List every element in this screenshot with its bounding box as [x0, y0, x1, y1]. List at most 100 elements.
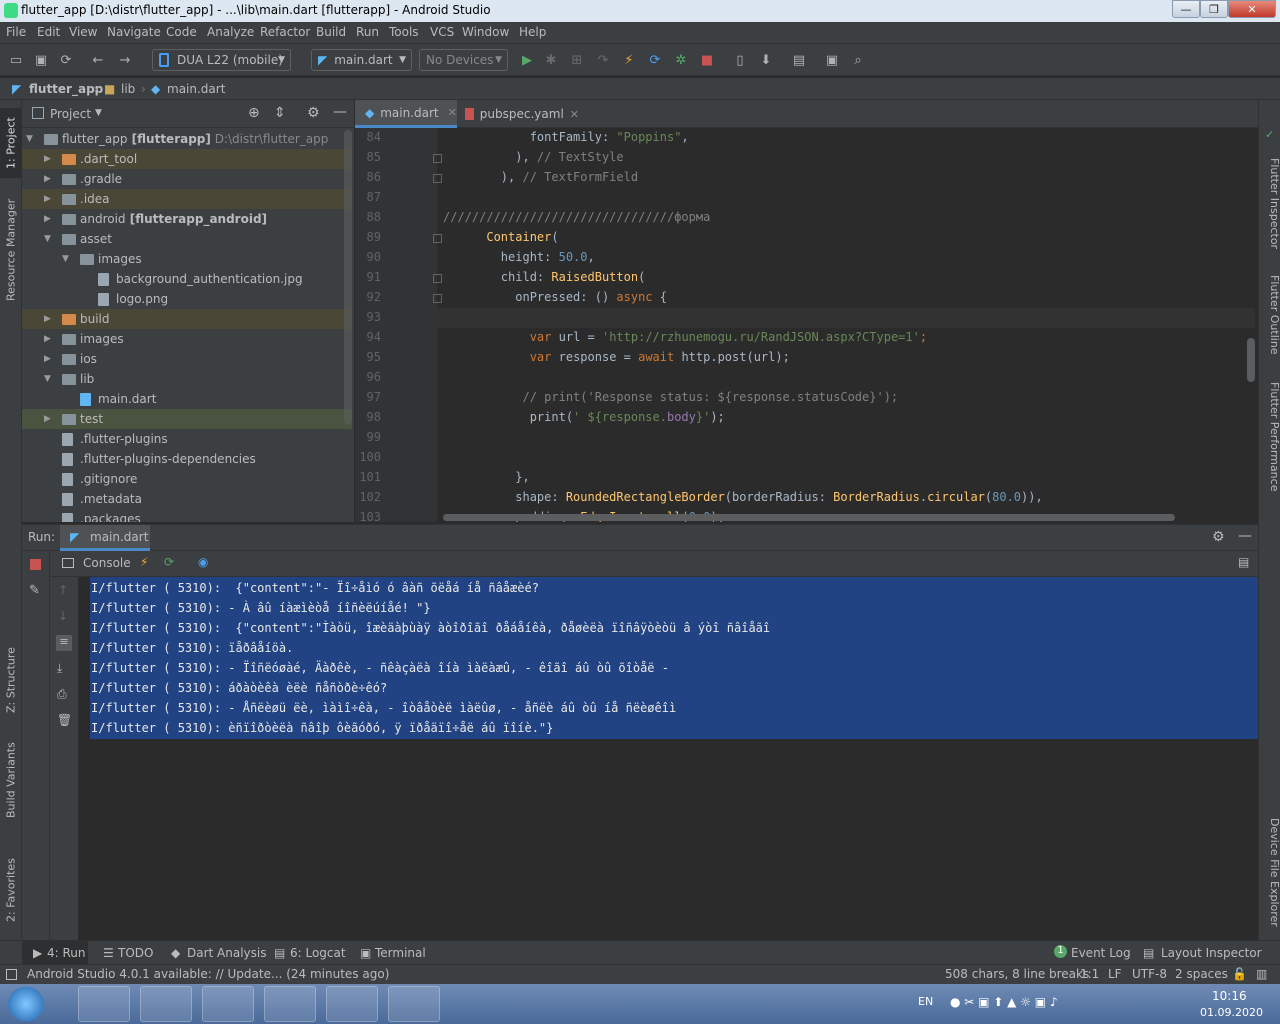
project-view-label[interactable]: Project [50, 107, 91, 121]
notepad-task[interactable] [388, 986, 440, 1022]
devtools-icon[interactable]: ◉ [198, 555, 208, 569]
run-config-selector[interactable]: ◤ main.dart ▼ [311, 49, 412, 71]
tree-item[interactable]: ▼ asset [22, 229, 352, 249]
clock-date[interactable]: 01.09.2020 [1200, 1006, 1263, 1019]
close-tab-icon[interactable]: ✕ [570, 108, 579, 121]
menu-edit[interactable]: Edit [37, 25, 60, 39]
tab-run[interactable]: 4: Run [47, 946, 86, 960]
menu-navigate[interactable]: Navigate [107, 25, 161, 39]
tab-device-file-explorer[interactable]: Device File Explorer [1259, 812, 1280, 932]
tree-item[interactable]: .packages [22, 509, 352, 522]
menu-view[interactable]: View [69, 25, 97, 39]
scroll-to-end-icon[interactable]: ⤓ [57, 661, 62, 676]
tab-build-variants[interactable]: Build Variants [0, 740, 22, 820]
tab-project[interactable]: 1: Project [0, 108, 22, 178]
down-arrow-icon[interactable]: ↓ [58, 609, 68, 623]
tree-item[interactable]: ▶ android [flutterapp_android] [22, 209, 352, 229]
chrome-task[interactable] [264, 986, 316, 1022]
tree-item[interactable]: ▼ flutter_app [flutterapp] D:\distr\flutt… [22, 129, 352, 149]
tree-item[interactable]: .flutter-plugins [22, 429, 352, 449]
menu-help[interactable]: Help [519, 25, 546, 39]
device-manager-icon[interactable]: ▯ [732, 52, 748, 68]
menu-analyze[interactable]: Analyze [207, 25, 254, 39]
collapse-all-icon[interactable]: ⇕ [274, 105, 286, 121]
android-studio-task[interactable] [326, 986, 378, 1022]
fold-marker-icon[interactable] [433, 234, 442, 243]
menu-file[interactable]: File [6, 25, 26, 39]
cmd-task[interactable] [202, 986, 254, 1022]
tree-item[interactable]: main.dart [22, 389, 352, 409]
tab-resource-manager[interactable]: Resource Manager [0, 195, 22, 305]
search-icon[interactable]: ⌕ [850, 52, 866, 68]
device-selector[interactable]: DUA L22 (mobile) ▼ [152, 49, 291, 71]
tree-item[interactable]: ▼ lib [22, 369, 352, 389]
chevron-right-icon[interactable]: ▶ [44, 214, 51, 224]
editor-vertical-scrollbar[interactable] [1247, 338, 1255, 382]
hide-panel-icon[interactable]: — [1238, 528, 1252, 544]
tab-flutter-performance[interactable]: Flutter Performance [1259, 372, 1280, 502]
run-icon[interactable]: ▶ [519, 52, 535, 68]
tree-item[interactable]: .gitignore [22, 469, 352, 489]
status-message[interactable]: Android Studio 4.0.1 available: // Updat… [27, 967, 389, 981]
memory-icon[interactable]: ▥ [1256, 967, 1267, 981]
chevron-down-icon[interactable]: ▼ [44, 374, 51, 384]
stop-icon[interactable]: ■ [699, 52, 715, 68]
status-toggle-icon[interactable] [6, 969, 17, 980]
tab-dart-analysis[interactable]: Dart Analysis [187, 946, 267, 960]
menu-vcs[interactable]: VCS [430, 25, 454, 39]
tab-event-log[interactable]: Event Log [1071, 946, 1131, 960]
debug-icon[interactable]: ✱ [543, 52, 559, 68]
caret-position[interactable]: 1:1 [1080, 967, 1099, 981]
tab-todo[interactable]: TODO [118, 946, 153, 960]
chevron-right-icon[interactable]: ▶ [44, 194, 51, 204]
chevron-right-icon[interactable]: ▶ [44, 154, 51, 164]
explorer-task[interactable] [140, 986, 192, 1022]
locate-icon[interactable]: ⊕ [248, 105, 260, 121]
menu-tools[interactable]: Tools [389, 25, 419, 39]
calculator-task[interactable] [78, 986, 130, 1022]
back-arrow-icon[interactable]: ← [90, 52, 106, 68]
tab-terminal[interactable]: Terminal [375, 946, 426, 960]
tree-item[interactable]: ▶ images [22, 329, 352, 349]
soft-wrap-icon[interactable]: ≡ [56, 635, 72, 651]
language-indicator[interactable]: EN [918, 995, 933, 1008]
chevron-right-icon[interactable]: ▶ [44, 314, 51, 324]
chevron-down-icon[interactable]: ▼ [62, 254, 69, 264]
start-button[interactable] [8, 987, 44, 1021]
chevron-down-icon[interactable]: ▼ [95, 108, 102, 118]
gear-icon[interactable]: ⚙ [1212, 529, 1225, 545]
tree-item[interactable]: logo.png [22, 289, 352, 309]
pin-icon[interactable]: ✎ [29, 583, 40, 598]
file-encoding[interactable]: UTF-8 [1132, 967, 1167, 981]
menu-run[interactable]: Run [356, 25, 379, 39]
logcat-window-icon[interactable]: ▣ [824, 52, 840, 68]
tree-item[interactable]: .metadata [22, 489, 352, 509]
trash-icon[interactable]: 🗑 [57, 713, 72, 727]
chevron-right-icon[interactable]: ▶ [44, 174, 51, 184]
android-debug-icon[interactable]: ✲ [673, 52, 689, 68]
sdk-manager-icon[interactable]: ⬇ [758, 52, 774, 68]
fold-marker-icon[interactable] [433, 154, 442, 163]
hot-reload-icon[interactable]: ⚡ [140, 555, 148, 569]
sync-icon[interactable]: ⟳ [58, 52, 74, 68]
tab-favorites[interactable]: 2: Favorites [0, 850, 22, 930]
gear-icon[interactable]: ⚙ [307, 105, 320, 121]
tree-item[interactable]: background_authentication.jpg [22, 269, 352, 289]
chevron-right-icon[interactable]: ▶ [44, 414, 51, 424]
code-area[interactable]: fontFamily: "Poppins", ), // TextStyle )… [355, 128, 1258, 522]
tree-item[interactable]: ▶ ios [22, 349, 352, 369]
profile-icon[interactable]: ⊞ [569, 52, 585, 68]
chevron-right-icon[interactable]: ▶ [44, 334, 51, 344]
open-folder-icon[interactable]: ▭ [8, 52, 24, 68]
lock-icon[interactable]: 🔓 [1232, 967, 1247, 981]
tab-main-dart[interactable]: ◆ main.dart ✕ [355, 100, 457, 128]
forward-arrow-icon[interactable]: → [117, 52, 133, 68]
editor-horizontal-scrollbar[interactable] [443, 514, 1175, 521]
close-window-button[interactable]: ✕ [1228, 0, 1276, 18]
fold-marker-icon[interactable] [433, 274, 442, 283]
tree-item[interactable]: .flutter-plugins-dependencies [22, 449, 352, 469]
tree-item[interactable]: ▶ test [22, 409, 352, 429]
menu-build[interactable]: Build [316, 25, 346, 39]
tree-item[interactable]: ▶ .gradle [22, 169, 352, 189]
tab-layout-inspector[interactable]: Layout Inspector [1161, 946, 1262, 960]
